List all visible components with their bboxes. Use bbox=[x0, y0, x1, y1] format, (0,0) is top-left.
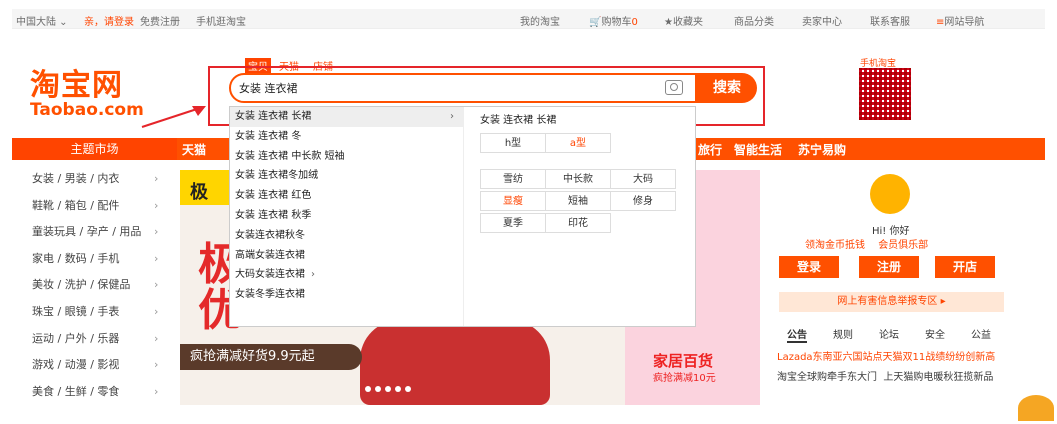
categories-link[interactable]: 商品分类 bbox=[734, 13, 774, 28]
news-item[interactable]: Lazada东南亚六国站点天猫双11战绩纷纷创新高 bbox=[777, 348, 995, 368]
top-bar: 中国大陆 ⌄ 亲，请登录 免费注册 手机逛淘宝 我的淘宝 🛒购物车0 ★收藏夹 … bbox=[12, 9, 1045, 29]
chevron-right-icon: › bbox=[154, 198, 159, 212]
qr-code-icon bbox=[859, 68, 911, 120]
search-box bbox=[229, 73, 697, 103]
favorites-link[interactable]: ★收藏夹 bbox=[664, 13, 703, 28]
suggestion-item[interactable]: 女装 连衣裙冬加绒 bbox=[230, 166, 463, 186]
tab-charity[interactable]: 公益 bbox=[971, 326, 991, 341]
chevron-right-icon: › bbox=[450, 111, 454, 122]
suggestion-list: 女装 连衣裙 长裙 › 女装 连衣裙 冬 女装 连衣裙 中长款 短袖 女装 连衣裙… bbox=[230, 107, 464, 326]
news-list: Lazada东南亚六国站点天猫双11战绩纷纷创新高 淘宝全球购牵手东大门 上天猫… bbox=[777, 348, 995, 388]
filter-chip[interactable]: h型 bbox=[480, 133, 546, 153]
filter-chip[interactable]: 显瘦 bbox=[480, 191, 546, 211]
filter-chip[interactable]: a型 bbox=[545, 133, 611, 153]
banner-promo: 疯抢满减好货9.9元起 bbox=[180, 344, 362, 370]
login-link[interactable]: 亲，请登录 bbox=[84, 13, 134, 28]
chevron-right-icon: › bbox=[154, 304, 159, 318]
tab-forum[interactable]: 论坛 bbox=[879, 326, 899, 341]
tab-security[interactable]: 安全 bbox=[925, 326, 945, 341]
category-item[interactable]: 运动 / 户外 / 乐器 › bbox=[32, 332, 172, 359]
user-panel: Hi! 你好 领淘金币抵钱 会员俱乐部 登录 注册 开店 网上有害信息举报专区 … bbox=[767, 170, 1012, 410]
my-taobao-link[interactable]: 我的淘宝 bbox=[520, 13, 560, 28]
coin-link[interactable]: 领淘金币抵钱 bbox=[805, 240, 865, 251]
suggestion-item[interactable]: 高端女装连衣裙 bbox=[230, 246, 463, 266]
qr-code: 手机淘宝 bbox=[845, 54, 919, 128]
helper-icon[interactable] bbox=[1018, 395, 1054, 421]
chevron-right-icon: › bbox=[154, 384, 159, 398]
category-item[interactable]: 珠宝 / 眼镜 / 手表 › bbox=[32, 305, 172, 332]
cart-icon: 🛒 bbox=[589, 17, 602, 28]
category-item[interactable]: 女装 / 男装 / 内衣 › bbox=[32, 172, 172, 199]
suggestion-item[interactable]: 女装 连衣裙 长裙 › bbox=[230, 107, 463, 127]
login-button[interactable]: 登录 bbox=[779, 256, 839, 278]
search-suggestions: 女装 连衣裙 长裙 › 女装 连衣裙 冬 女装 连衣裙 中长款 短袖 女装 连衣裙… bbox=[229, 106, 696, 327]
chevron-right-icon: › bbox=[154, 172, 159, 185]
chevron-right-icon: › bbox=[311, 269, 315, 281]
tab-announcement[interactable]: 公告 bbox=[787, 326, 807, 343]
chevron-right-icon: › bbox=[154, 251, 159, 265]
chevron-right-icon: › bbox=[154, 331, 159, 345]
filter-chip[interactable]: 雪纺 bbox=[480, 169, 546, 189]
greeting: Hi! 你好 bbox=[872, 226, 910, 237]
nav-travel[interactable]: 旅行 bbox=[698, 141, 722, 158]
filter-chip[interactable]: 印花 bbox=[545, 213, 611, 233]
search-button[interactable]: 搜索 bbox=[697, 73, 757, 103]
annotation-arrow-icon bbox=[141, 106, 206, 128]
category-item[interactable]: 美食 / 生鲜 / 零食 › bbox=[32, 385, 172, 412]
suggestion-item[interactable]: 女装冬季连衣裙 bbox=[230, 285, 463, 305]
register-button[interactable]: 注册 bbox=[859, 256, 919, 278]
service-link[interactable]: 联系客服 bbox=[870, 13, 910, 28]
suggestion-item[interactable]: 女装 连衣裙 中长款 短袖 bbox=[230, 147, 463, 167]
register-link[interactable]: 免费注册 bbox=[140, 13, 180, 28]
nav-smart-life[interactable]: 智能生活 bbox=[734, 141, 782, 158]
category-item[interactable]: 鞋靴 / 箱包 / 配件 › bbox=[32, 199, 172, 226]
category-item[interactable]: 童装玩具 / 孕产 / 用品 › bbox=[32, 225, 172, 252]
taobao-logo[interactable]: 淘宝网 Taobao.com bbox=[30, 60, 144, 120]
carousel-dots[interactable] bbox=[365, 382, 415, 395]
suggestion-item[interactable]: 女装 连衣裙 红色 bbox=[230, 186, 463, 206]
region-select[interactable]: 中国大陆 ⌄ bbox=[16, 13, 68, 28]
chevron-right-icon: › bbox=[154, 358, 159, 372]
chevron-right-icon: › bbox=[154, 225, 159, 239]
mobile-taobao-link[interactable]: 手机逛淘宝 bbox=[196, 13, 246, 28]
category-item[interactable]: 美妆 / 洗护 / 保健品 › bbox=[32, 278, 172, 305]
member-badges: 领淘金币抵钱 会员俱乐部 bbox=[805, 236, 928, 251]
open-shop-button[interactable]: 开店 bbox=[935, 256, 995, 278]
filter-chip[interactable]: 大码 bbox=[610, 169, 676, 189]
club-link[interactable]: 会员俱乐部 bbox=[878, 240, 928, 251]
suggestion-item[interactable]: 大码女装连衣裙 › bbox=[230, 265, 463, 285]
suggestion-item[interactable]: 女装 连衣裙 秋季 bbox=[230, 206, 463, 226]
theme-market[interactable]: 主题市场 bbox=[12, 138, 177, 160]
category-item[interactable]: 家电 / 数码 / 手机 › bbox=[32, 252, 172, 279]
sitemap-link[interactable]: ≡网站导航 bbox=[936, 13, 984, 28]
cart-count: 0 bbox=[631, 17, 638, 28]
tab-rules[interactable]: 规则 bbox=[833, 326, 853, 341]
suggestion-item[interactable]: 女装 连衣裙 冬 bbox=[230, 127, 463, 147]
nav-suning[interactable]: 苏宁易购 bbox=[798, 141, 846, 158]
chevron-right-icon: › bbox=[154, 278, 159, 292]
search-input[interactable] bbox=[239, 81, 639, 94]
filter-chip[interactable]: 修身 bbox=[610, 191, 676, 211]
category-list: 女装 / 男装 / 内衣 › 鞋靴 / 箱包 / 配件 › 童装玩具 / 孕产 / … bbox=[32, 172, 172, 411]
filter-chip[interactable]: 中长款 bbox=[545, 169, 611, 189]
camera-icon[interactable] bbox=[665, 80, 683, 95]
filter-title: 女装 连衣裙 长裙 bbox=[480, 115, 557, 126]
nav-tmall[interactable]: 天猫 bbox=[182, 141, 206, 158]
filter-chip[interactable]: 短袖 bbox=[545, 191, 611, 211]
filter-chip[interactable]: 夏季 bbox=[480, 213, 546, 233]
star-icon: ★ bbox=[664, 17, 673, 28]
category-item[interactable]: 游戏 / 动漫 / 影视 › bbox=[32, 358, 172, 385]
report-link[interactable]: 网上有害信息举报专区 ▸ bbox=[779, 292, 1004, 312]
seller-center-link[interactable]: 卖家中心 bbox=[802, 13, 842, 28]
cart-link[interactable]: 🛒购物车0 bbox=[589, 13, 638, 28]
avatar[interactable] bbox=[870, 174, 910, 214]
news-item[interactable]: 淘宝全球购牵手东大门 上天猫购电暖秋狂揽新品 bbox=[777, 368, 995, 388]
suggestion-item[interactable]: 女装连衣裙秋冬 bbox=[230, 226, 463, 246]
